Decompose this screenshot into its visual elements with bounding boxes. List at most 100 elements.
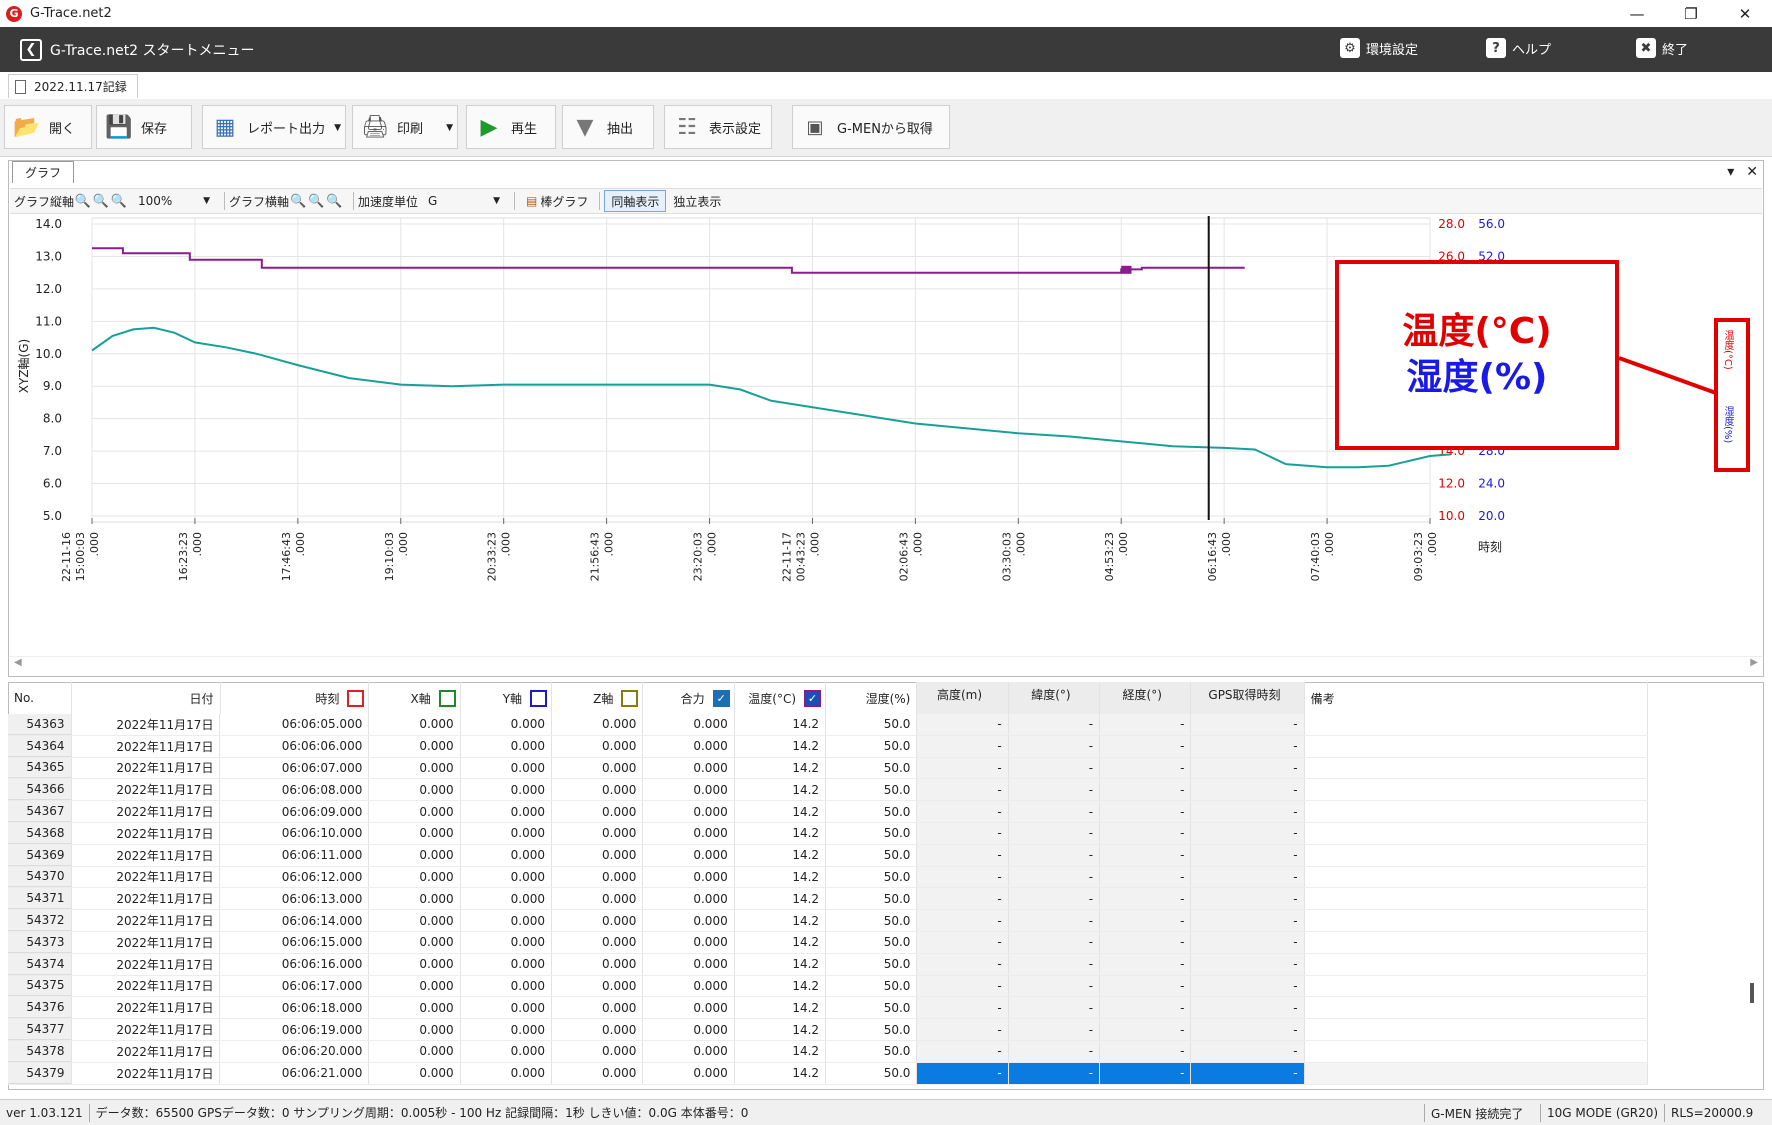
start-menu-link[interactable]: G-Trace.net2 スタートメニュー: [50, 40, 255, 60]
chevron-down-icon: ▼: [493, 196, 501, 206]
y-series-checkbox[interactable]: [438, 689, 456, 707]
cell-altitude: -: [917, 910, 1009, 931]
col-notes[interactable]: 備考: [1305, 682, 1648, 714]
independent-axis-toggle[interactable]: 独立表示: [666, 190, 728, 212]
print-button[interactable]: 🖨 印刷 ▼: [352, 105, 458, 149]
accel-unit-value: G: [428, 194, 438, 208]
left-axis-label: XYZ軸(G): [17, 339, 31, 393]
col-resultant[interactable]: 合力 ✓: [643, 682, 735, 714]
save-button[interactable]: 💾 保存: [96, 105, 192, 149]
col-humidity[interactable]: 湿度(%): [826, 682, 918, 714]
col-latitude[interactable]: 緯度(°): [1008, 682, 1101, 714]
table-row[interactable]: 54376 2022年11月17日 06:06:18.000 0.000 0.000 0.…: [8, 997, 1648, 1020]
haxis-label: グラフ横軸: [229, 194, 290, 209]
cell-z: 0.000: [552, 953, 644, 975]
accel-unit-select[interactable]: G ▼: [424, 191, 504, 211]
open-button[interactable]: 📂 開く: [4, 105, 92, 149]
cell-notes: [1305, 888, 1648, 910]
table-row[interactable]: 54368 2022年11月17日 06:06:10.000 0.000 0.000 0.…: [8, 822, 1648, 845]
settings-button[interactable]: ⚙ 環境設定: [1340, 38, 1418, 58]
table-row[interactable]: 54375 2022年11月17日 06:06:17.000 0.000 0.000 0.…: [8, 975, 1648, 998]
tab-graph[interactable]: グラフ: [12, 161, 75, 183]
col-longitude[interactable]: 経度(°): [1100, 682, 1192, 714]
dropdown-arrow-icon[interactable]: ▼: [334, 123, 341, 133]
table-row[interactable]: 54372 2022年11月17日 06:06:14.000 0.000 0.000 0.…: [8, 910, 1648, 932]
dropdown-arrow-icon[interactable]: ▼: [446, 123, 453, 133]
help-button[interactable]: ? ヘルプ: [1486, 38, 1551, 58]
settings-label: 環境設定: [1366, 42, 1419, 58]
zoom-select[interactable]: 100% ▼: [134, 191, 214, 211]
table-row[interactable]: 54369 2022年11月17日 06:06:11.000 0.000 0.000 0.…: [8, 844, 1648, 867]
resultant-series-checkbox[interactable]: [621, 689, 639, 707]
table-row[interactable]: 54379 2022年11月17日 06:06:21.000 0.000 0.000 0.…: [8, 1062, 1648, 1085]
table-row[interactable]: 54378 2022年11月17日 06:06:20.000 0.000 0.000 0.…: [8, 1040, 1648, 1063]
maximize-button[interactable]: ❐: [1666, 0, 1716, 27]
same-axis-toggle[interactable]: 同軸表示: [604, 190, 667, 212]
horizontal-scrollbar[interactable]: ◀ ▶: [10, 656, 1762, 672]
zoom-in-icon[interactable]: 🔍: [74, 192, 92, 210]
bar-graph-toggle[interactable]: ▤ 棒グラフ: [519, 190, 595, 212]
play-button[interactable]: ▶ 再生: [466, 105, 556, 149]
col-gps-time[interactable]: GPS取得時刻: [1191, 682, 1305, 714]
close-window-button[interactable]: ✕: [1720, 0, 1770, 27]
x-tick-label-time: 21:56:43: [589, 532, 602, 581]
zoom-reset-icon[interactable]: 🔍: [325, 192, 343, 210]
cell-time: 06:06:14.000: [220, 910, 370, 931]
table-row[interactable]: 54373 2022年11月17日 06:06:15.000 0.000 0.000 0.…: [8, 931, 1648, 954]
gmen-fetch-button[interactable]: ▣ G-MENから取得: [792, 105, 950, 149]
table-row[interactable]: 54367 2022年11月17日 06:06:09.000 0.000 0.000 0.…: [8, 801, 1648, 823]
zoom-in-icon[interactable]: 🔍: [289, 192, 307, 210]
table-row[interactable]: 54363 2022年11月17日 06:06:05.000 0.000 0.000 0.…: [8, 714, 1648, 736]
col-no[interactable]: No.: [8, 682, 72, 714]
panel-close-icon[interactable]: ✕: [1746, 164, 1758, 180]
table-row[interactable]: 54370 2022年11月17日 06:06:12.000 0.000 0.000 0.…: [8, 866, 1648, 889]
zoom-out-icon[interactable]: 🔍: [307, 192, 325, 210]
humidity-axis-label: 湿度(%): [1722, 406, 1733, 444]
play-label: 再生: [511, 121, 538, 137]
extract-button[interactable]: ▼ 抽出: [562, 105, 654, 149]
col-temp-label: 温度(°C): [748, 691, 797, 706]
vaxis-label: グラフ縦軸: [14, 194, 75, 209]
cell-notes: [1305, 801, 1648, 822]
scroll-right-icon[interactable]: ▶: [1750, 657, 1758, 668]
exit-button[interactable]: ✖ 終了: [1636, 38, 1688, 58]
chevron-down-icon: ▼: [203, 196, 211, 206]
panel-menu-icon[interactable]: ▾: [1727, 164, 1734, 180]
temp-series-checkbox[interactable]: ✓: [712, 689, 730, 707]
cell-gps-time: -: [1191, 1040, 1305, 1062]
x-tick-label-time: 15:00:03: [74, 532, 87, 581]
table-row[interactable]: 54371 2022年11月17日 06:06:13.000 0.000 0.000 0.…: [8, 888, 1648, 911]
col-y[interactable]: Y軸: [461, 682, 553, 714]
back-icon[interactable]: ❮: [20, 38, 42, 61]
document-tab[interactable]: 2022.11.17記録: [8, 74, 138, 98]
left-tick-label: 7.0: [43, 444, 62, 458]
table-row[interactable]: 54377 2022年11月17日 06:06:19.000 0.000 0.000 0.…: [8, 1019, 1648, 1041]
scroll-left-icon[interactable]: ◀: [14, 657, 22, 668]
table-row[interactable]: 54366 2022年11月17日 06:06:08.000 0.000 0.000 0.…: [8, 779, 1648, 802]
col-x[interactable]: X軸: [369, 682, 461, 714]
vertical-scrollbar-thumb[interactable]: [1750, 983, 1754, 1003]
report-output-button[interactable]: ▦ レポート出力 ▼: [202, 105, 346, 149]
x-series-checkbox[interactable]: [347, 689, 365, 707]
col-z[interactable]: Z軸: [552, 682, 644, 714]
zoom-out-icon[interactable]: 🔍: [92, 192, 110, 210]
display-settings-button[interactable]: ☷ 表示設定: [664, 105, 772, 149]
col-temp[interactable]: 温度(°C) ✓: [735, 682, 827, 714]
zoom-reset-icon[interactable]: 🔍: [110, 192, 128, 210]
minimize-button[interactable]: —: [1612, 0, 1662, 27]
cell-date: 2022年11月17日: [72, 779, 221, 801]
z-series-checkbox[interactable]: [530, 689, 548, 707]
cell-date: 2022年11月17日: [72, 1062, 221, 1084]
cell-x: 0.000: [369, 1019, 461, 1040]
table-row[interactable]: 54364 2022年11月17日 06:06:06.000 0.000 0.000 0.…: [8, 735, 1648, 758]
col-altitude[interactable]: 高度(m): [917, 682, 1009, 714]
col-date[interactable]: 日付: [72, 682, 221, 714]
humidity-series-checkbox[interactable]: ✓: [804, 689, 822, 707]
cell-y: 0.000: [461, 779, 553, 801]
col-time[interactable]: 時刻: [221, 682, 370, 714]
cell-no: 54378: [8, 1040, 72, 1062]
save-label: 保存: [141, 121, 168, 137]
table-row[interactable]: 54374 2022年11月17日 06:06:16.000 0.000 0.000 0.…: [8, 953, 1648, 976]
table-row[interactable]: 54365 2022年11月17日 06:06:07.000 0.000 0.000 0.…: [8, 757, 1648, 780]
cell-resultant: 0.000: [643, 1019, 735, 1040]
